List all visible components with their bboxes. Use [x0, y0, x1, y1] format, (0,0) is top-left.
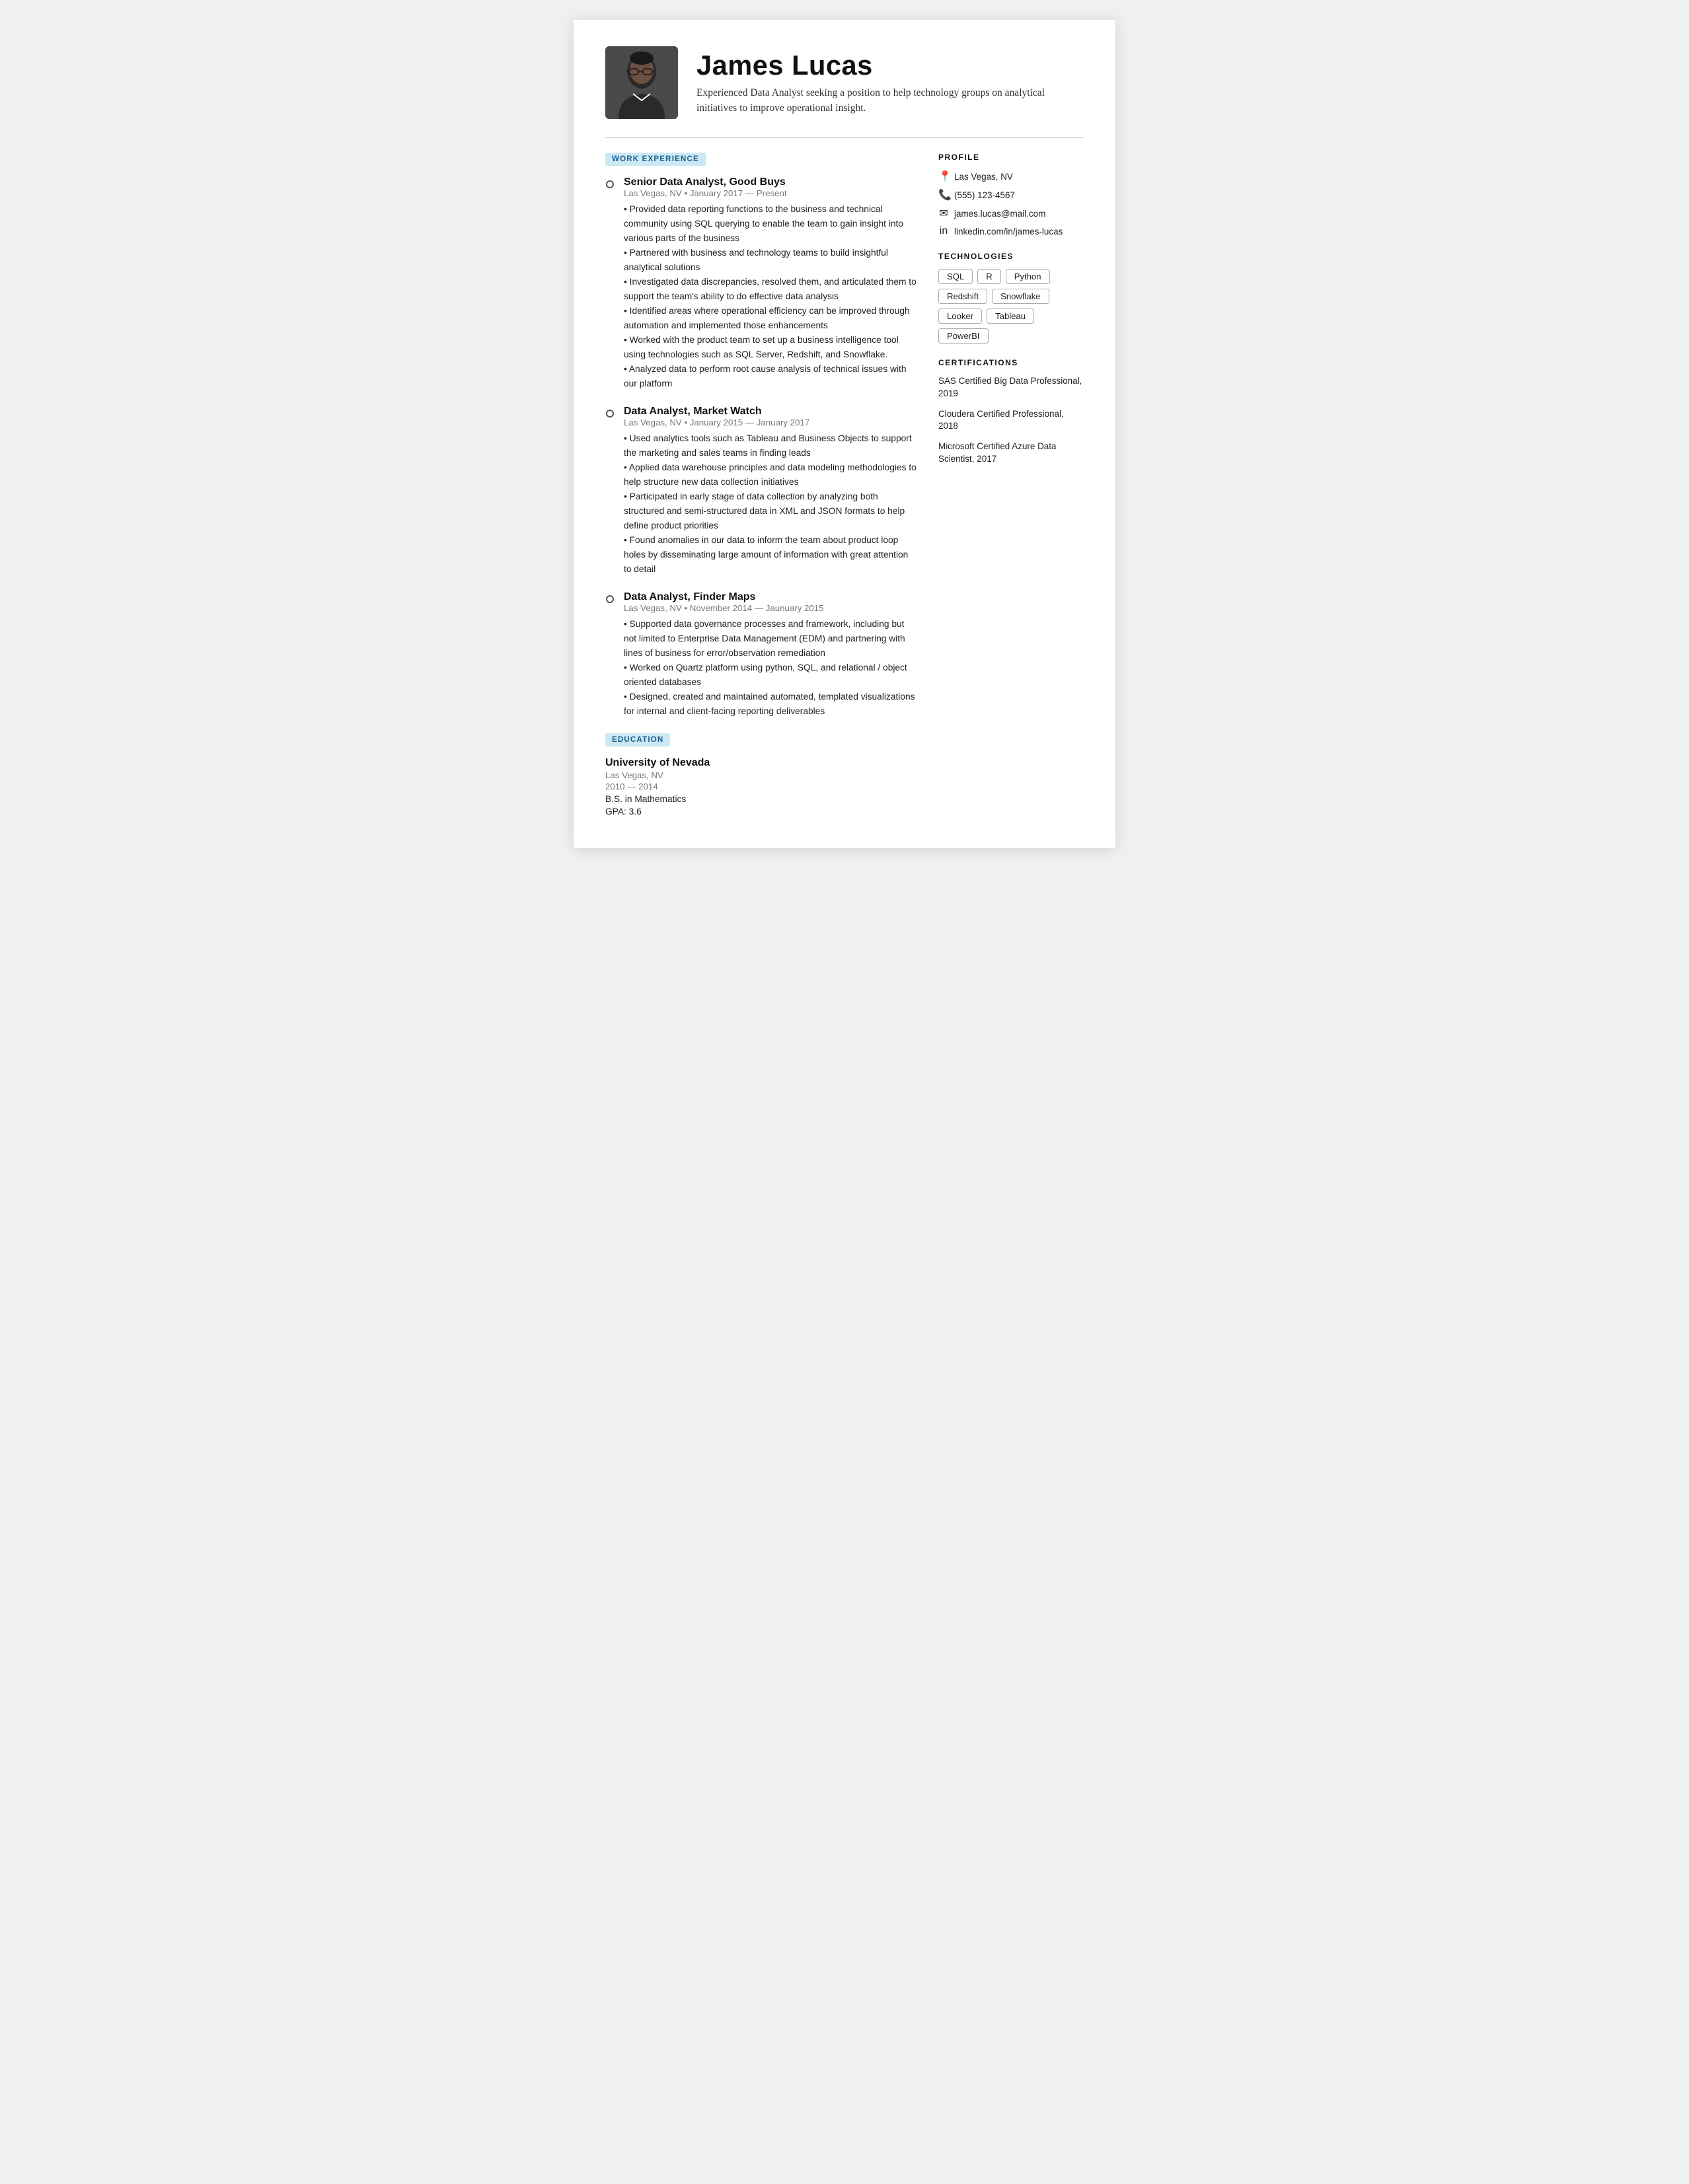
main-layout: WORK EXPERIENCE Senior Data Analyst, Goo… — [605, 153, 1084, 817]
location-text: Las Vegas, NV — [954, 172, 1013, 182]
work-item: Senior Data Analyst, Good Buys Las Vegas… — [605, 176, 917, 391]
candidate-tagline: Experienced Data Analyst seeking a posit… — [696, 85, 1080, 116]
bullet-circle — [606, 410, 614, 418]
work-content: Senior Data Analyst, Good Buys Las Vegas… — [624, 176, 917, 391]
school-gpa: GPA: 3.6 — [605, 807, 917, 817]
cert-list: SAS Certified Big Data Professional, 201… — [938, 375, 1084, 466]
cert-item: SAS Certified Big Data Professional, 201… — [938, 375, 1084, 400]
certifications-section: CERTIFICATIONS SAS Certified Big Data Pr… — [938, 358, 1084, 466]
tech-tag: Python — [1006, 269, 1050, 284]
email-item: ✉ james.lucas@mail.com — [938, 207, 1084, 220]
bullet-circle — [606, 180, 614, 188]
tech-tag: R — [977, 269, 1000, 284]
job-meta: Las Vegas, NV • November 2014 — Jaunuary… — [624, 603, 917, 613]
tech-tag: Looker — [938, 309, 982, 324]
work-bullet — [605, 179, 615, 391]
tech-tag: Redshift — [938, 289, 987, 304]
job-description: • Supported data governance processes an… — [624, 617, 917, 719]
phone-item: 📞 (555) 123-4567 — [938, 188, 1084, 201]
education-label: EDUCATION — [605, 733, 670, 746]
right-column: PROFILE 📍 Las Vegas, NV 📞 (555) 123-4567… — [938, 153, 1084, 817]
job-title: Data Analyst, Finder Maps — [624, 591, 917, 603]
header-text: James Lucas Experienced Data Analyst see… — [696, 50, 1080, 116]
tech-tag: SQL — [938, 269, 973, 284]
school-location: Las Vegas, NV — [605, 770, 917, 780]
linkedin-text: linkedin.com/in/james-lucas — [954, 227, 1063, 237]
school-degree: B.S. in Mathematics — [605, 794, 917, 804]
phone-icon: 📞 — [938, 188, 949, 201]
resume: James Lucas Experienced Data Analyst see… — [574, 20, 1115, 848]
email-text: james.lucas@mail.com — [954, 209, 1045, 219]
header-section: James Lucas Experienced Data Analyst see… — [605, 46, 1084, 119]
work-bullet — [605, 408, 615, 577]
work-item: Data Analyst, Market Watch Las Vegas, NV… — [605, 406, 917, 577]
cert-item: Microsoft Certified Azure Data Scientist… — [938, 441, 1084, 466]
job-description: • Provided data reporting functions to t… — [624, 202, 917, 391]
phone-text: (555) 123-4567 — [954, 190, 1015, 200]
work-content: Data Analyst, Finder Maps Las Vegas, NV … — [624, 591, 917, 719]
work-content: Data Analyst, Market Watch Las Vegas, NV… — [624, 406, 917, 577]
work-item: Data Analyst, Finder Maps Las Vegas, NV … — [605, 591, 917, 719]
school-years: 2010 — 2014 — [605, 782, 917, 791]
bullet-circle — [606, 595, 614, 603]
linkedin-item[interactable]: in linkedin.com/in/james-lucas — [938, 225, 1084, 237]
job-title: Data Analyst, Market Watch — [624, 406, 917, 418]
technologies-section: TECHNOLOGIES SQL R Python Redshift Snowflake… — [938, 252, 1084, 344]
location-icon: 📍 — [938, 170, 949, 183]
location-item: 📍 Las Vegas, NV — [938, 170, 1084, 183]
linkedin-icon: in — [938, 225, 949, 237]
education-section: EDUCATION University of Nevada Las Vegas… — [605, 733, 917, 817]
left-column: WORK EXPERIENCE Senior Data Analyst, Goo… — [605, 153, 917, 817]
work-experience-label: WORK EXPERIENCE — [605, 153, 706, 166]
email-icon: ✉ — [938, 207, 949, 220]
school-name: University of Nevada — [605, 757, 917, 769]
tech-tag: Tableau — [987, 309, 1034, 324]
education-item: University of Nevada Las Vegas, NV 2010 … — [605, 757, 917, 817]
cert-label: CERTIFICATIONS — [938, 358, 1084, 367]
avatar — [605, 46, 678, 119]
tech-label: TECHNOLOGIES — [938, 252, 1084, 261]
header-divider — [605, 137, 1084, 138]
tech-grid: SQL R Python Redshift Snowflake Looker Tableau… — [938, 269, 1084, 344]
candidate-name: James Lucas — [696, 50, 1080, 81]
job-title: Senior Data Analyst, Good Buys — [624, 176, 917, 188]
job-meta: Las Vegas, NV • January 2015 — January 2… — [624, 418, 917, 427]
tech-tag: PowerBI — [938, 328, 989, 344]
cert-item: Cloudera Certified Professional, 2018 — [938, 408, 1084, 433]
job-description: • Used analytics tools such as Tableau a… — [624, 431, 917, 577]
work-experience-list: Senior Data Analyst, Good Buys Las Vegas… — [605, 176, 917, 719]
work-bullet — [605, 594, 615, 719]
profile-label: PROFILE — [938, 153, 1084, 162]
job-meta: Las Vegas, NV • January 2017 — Present — [624, 188, 917, 198]
tech-tag: Snowflake — [992, 289, 1049, 304]
